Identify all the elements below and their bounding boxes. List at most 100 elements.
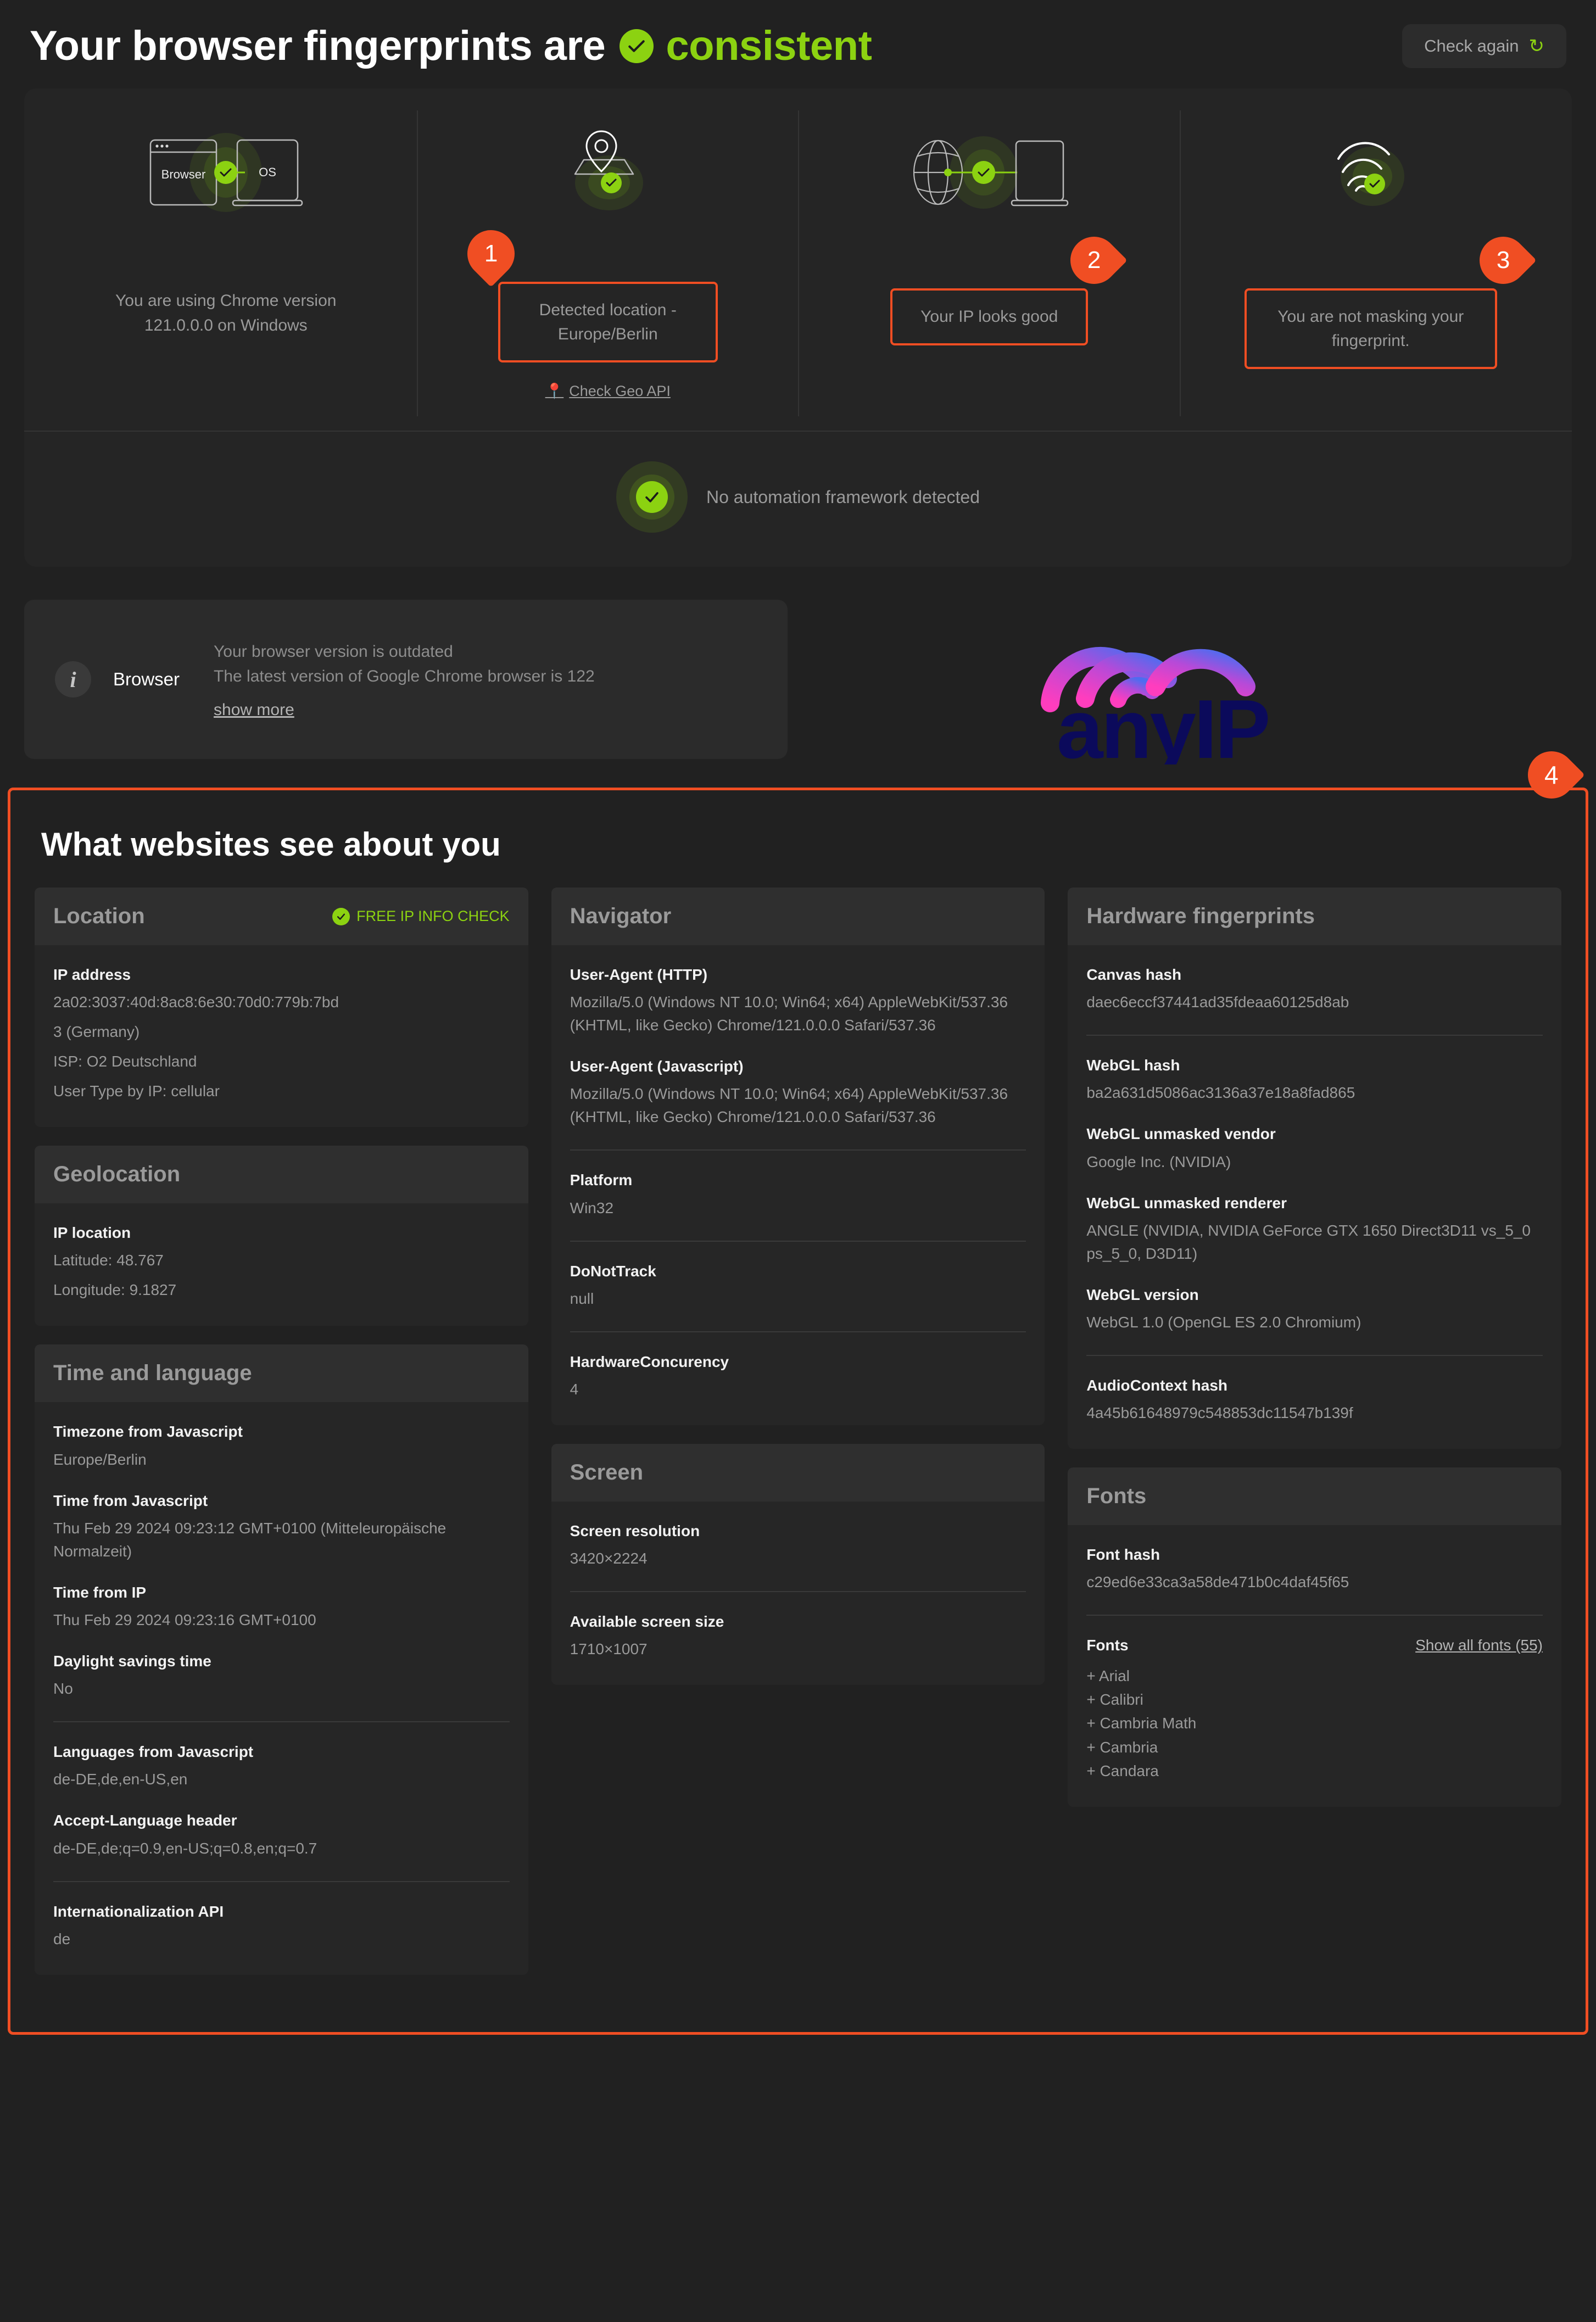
row-webgl-vendor-key: WebGL unmasked vendor xyxy=(1086,1125,1276,1143)
row-ua-http-value: Mozilla/5.0 (Windows NT 10.0; Win64; x64… xyxy=(570,993,1008,1034)
list-item: + Arial xyxy=(1086,1667,1130,1684)
free-ip-info-check-badge[interactable]: FREE IP INFO CHECK xyxy=(332,907,510,925)
row-intl-api: Internationalization API de xyxy=(53,1880,510,1953)
marker-pin-2-label: 2 xyxy=(1087,247,1101,274)
section-location-body: IP address 2a02:3037:40d:8ac8:6e30:70d0:… xyxy=(35,945,528,1127)
list-item: + Calibri xyxy=(1086,1690,1143,1708)
row-fonts-list-key: Fonts xyxy=(1086,1637,1129,1654)
row-dst: Daylight savings time No xyxy=(53,1650,510,1703)
status-grid: Browser OS You are using Chrome version … xyxy=(24,88,1572,431)
row-time-ip: Time from IP Thu Feb 29 2024 09:23:16 GM… xyxy=(53,1582,510,1634)
row-webgl-hash: WebGL hash ba2a631d5086ac3136a37e18a8fad… xyxy=(1086,1035,1543,1107)
browser-os-icon: Browser OS xyxy=(135,120,316,225)
row-webgl-renderer: WebGL unmasked renderer ANGLE (NVIDIA, N… xyxy=(1086,1192,1543,1268)
row-platform: Platform Win32 xyxy=(570,1149,1026,1221)
row-webgl-version-key: WebGL version xyxy=(1086,1286,1199,1303)
row-webgl-hash-key: WebGL hash xyxy=(1086,1057,1180,1074)
anyip-logo: anyIP xyxy=(810,600,1572,764)
show-all-fonts-link[interactable]: Show all fonts (55) xyxy=(1415,1637,1543,1654)
verdict-label: consistent xyxy=(666,23,872,69)
fingerprint-verdict: consistent xyxy=(620,22,872,70)
status-cell-ip: 2 Your IP looks good xyxy=(798,110,1180,416)
row-audiocontext-hash-value: 4a45b61648979c548853dc11547b139f xyxy=(1086,1404,1353,1422)
row-donottrack-value: null xyxy=(570,1290,594,1307)
row-font-hash: Font hash c29ed6e33ca3a58de471b0c4daf45f… xyxy=(1086,1544,1543,1596)
row-webgl-version: WebGL version WebGL 1.0 (OpenGL ES 2.0 C… xyxy=(1086,1284,1543,1336)
row-available-screen-size: Available screen size 1710×1007 xyxy=(570,1591,1026,1663)
location-pin-icon xyxy=(537,120,679,225)
fingerprint-status-card: Browser OS You are using Chrome version … xyxy=(24,88,1572,567)
row-user-type: User Type by IP: cellular xyxy=(53,1082,220,1100)
status-cell-browser-os: Browser OS You are using Chrome version … xyxy=(35,110,417,416)
section-screen-header: Screen xyxy=(551,1443,1045,1502)
row-screen-resolution-value: 3420×2224 xyxy=(570,1550,648,1567)
row-ip-address-key: IP address xyxy=(53,966,131,983)
section-time-language-title: Time and language xyxy=(53,1361,252,1386)
status-text-fingerprint: You are not masking your fingerprint. xyxy=(1277,308,1464,350)
page-title: Your browser fingerprints are consistent xyxy=(30,22,872,70)
column-middle: Navigator User-Agent (HTTP) Mozilla/5.0 … xyxy=(551,888,1045,1704)
row-timezone-js-value: Europe/Berlin xyxy=(53,1450,147,1468)
section-time-language-body: Timezone from Javascript Europe/Berlin T… xyxy=(35,1402,528,1975)
row-time-ip-value: Thu Feb 29 2024 09:23:16 GMT+0100 xyxy=(53,1611,316,1628)
fonts-list-header: Fonts Show all fonts (55) xyxy=(1086,1634,1543,1656)
row-time-ip-key: Time from IP xyxy=(53,1583,147,1601)
status-callout-location: 1 Detected location - Europe/Berlin xyxy=(457,220,718,362)
row-isp: ISP: O2 Deutschland xyxy=(53,1053,197,1070)
status-text-location: Detected location - Europe/Berlin xyxy=(539,301,677,343)
marker-pin-3: 3 xyxy=(1469,227,1537,294)
row-webgl-renderer-value: ANGLE (NVIDIA, NVIDIA GeForce GTX 1650 D… xyxy=(1086,1221,1531,1262)
row-webgl-renderer-key: WebGL unmasked renderer xyxy=(1086,1194,1287,1212)
row-font-hash-value: c29ed6e33ca3a58de471b0c4daf45f65 xyxy=(1086,1573,1349,1591)
section-hardware-body: Canvas hash daec6eccf37441ad35fdeaa60125… xyxy=(1068,945,1561,1449)
list-item: + Candara xyxy=(1086,1762,1159,1780)
section-screen-title: Screen xyxy=(570,1460,644,1484)
row-platform-value: Win32 xyxy=(570,1199,614,1216)
row-ip-address-value-line2: 3 (Germany) xyxy=(53,1023,140,1041)
row-donottrack-key: DoNotTrack xyxy=(570,1262,656,1280)
show-more-link[interactable]: show more xyxy=(214,701,294,719)
check-geo-api-link[interactable]: 📍 Check Geo API xyxy=(545,382,671,400)
section-location: Location FREE IP INFO CHECK IP address 2… xyxy=(35,888,528,1127)
section-navigator-title: Navigator xyxy=(570,904,672,928)
svg-text:anyIP: anyIP xyxy=(1057,683,1269,764)
row-donottrack: DoNotTrack null xyxy=(570,1240,1026,1313)
section-screen-body: Screen resolution 3420×2224 Available sc… xyxy=(551,1501,1045,1685)
row-ip-location: IP location Latitude: 48.767 Longitude: … xyxy=(53,1222,510,1304)
row-ua-http: User-Agent (HTTP) Mozilla/5.0 (Windows N… xyxy=(570,964,1026,1039)
websites-see-panel: What websites see about you Location FRE… xyxy=(8,788,1588,2035)
marker-pin-1-label: 1 xyxy=(484,240,498,267)
row-longitude: Longitude: 9.1827 xyxy=(53,1281,177,1299)
automation-check-icon xyxy=(616,461,688,533)
row-languages-js-key: Languages from Javascript xyxy=(53,1743,254,1761)
status-callout-ip: 2 Your IP looks good xyxy=(890,227,1128,345)
marker-pin-2: 2 xyxy=(1061,227,1128,294)
row-webgl-version-value: WebGL 1.0 (OpenGL ES 2.0 Chromium) xyxy=(1086,1313,1361,1331)
section-time-language: Time and language Timezone from Javascri… xyxy=(35,1344,528,1975)
row-audiocontext-hash: AudioContext hash 4a45b61648979c548853dc… xyxy=(1086,1354,1543,1427)
row-screen-resolution: Screen resolution 3420×2224 xyxy=(570,1520,1026,1572)
row-intl-api-key: Internationalization API xyxy=(53,1902,224,1920)
status-text-ip: Your IP looks good xyxy=(920,308,1058,326)
row-intl-api-value: de xyxy=(53,1930,71,1947)
section-screen: Screen Screen resolution 3420×2224 Avail… xyxy=(551,1443,1045,1685)
row-latitude: Latitude: 48.767 xyxy=(53,1252,164,1269)
status-callout-fingerprint: 3 You are not masking your fingerprint. xyxy=(1244,227,1537,369)
row-webgl-vendor: WebGL unmasked vendor Google Inc. (NVIDI… xyxy=(1086,1123,1543,1175)
browser-notice-messages: Your browser version is outdated The lat… xyxy=(214,639,595,719)
check-again-label: Check again xyxy=(1424,36,1519,55)
row-ip-address: IP address 2a02:3037:40d:8ac8:6e30:70d0:… xyxy=(53,964,510,1105)
row-canvas-hash-key: Canvas hash xyxy=(1086,966,1182,983)
row-languages-js: Languages from Javascript de-DE,de,en-US… xyxy=(53,1721,510,1793)
globe-device-icon xyxy=(899,120,1080,225)
section-geolocation: Geolocation IP location Latitude: 48.767… xyxy=(35,1146,528,1326)
row-hardware-concurrency-value: 4 xyxy=(570,1380,579,1398)
info-icon: i xyxy=(55,661,91,697)
browser-notice-row: i Browser Your browser version is outdat… xyxy=(24,600,1572,764)
page-title-prefix: Your browser fingerprints are xyxy=(30,23,606,69)
row-accept-language: Accept-Language header de-DE,de;q=0.9,en… xyxy=(53,1810,510,1862)
row-time-js: Time from Javascript Thu Feb 29 2024 09:… xyxy=(53,1490,510,1565)
map-pin-icon: 📍 xyxy=(545,383,564,399)
marker-pin-4-label: 4 xyxy=(1544,761,1559,789)
check-again-button[interactable]: Check again ↻ xyxy=(1402,24,1566,68)
